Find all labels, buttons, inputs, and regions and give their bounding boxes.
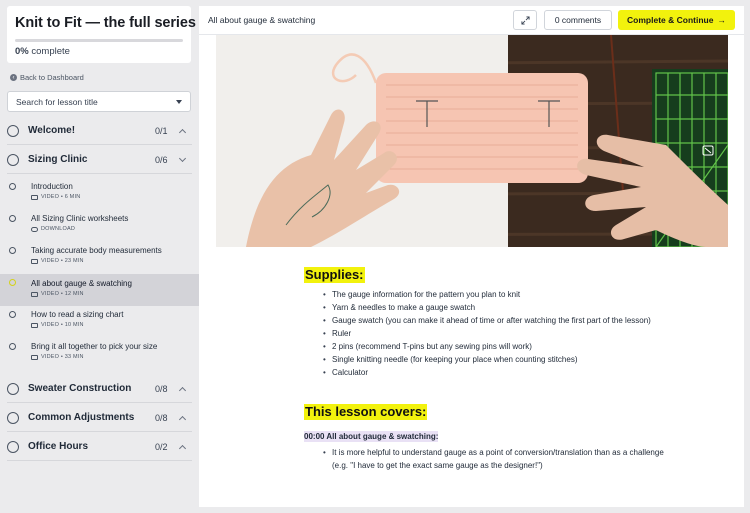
section-title: Office Hours	[28, 441, 89, 452]
lesson-covers-heading: This lesson covers:	[304, 404, 428, 420]
lesson-meta: VIDEO • 23 MIN	[31, 258, 84, 264]
supplies-list-item: 2 pins (recommend T-pins but any sewing …	[304, 340, 664, 353]
video-icon	[31, 354, 38, 360]
chevron-up-icon	[178, 415, 187, 424]
lesson-title: Introduction	[31, 182, 73, 191]
lesson-item-body-measurements[interactable]: Taking accurate body measurements VIDEO …	[0, 244, 199, 276]
lesson-description: Supplies: The gauge information for the …	[304, 266, 664, 472]
lesson-top-bar: All about gauge & swatching 0 comments C…	[199, 6, 744, 35]
lesson-meta-text: VIDEO • 33 MIN	[41, 354, 84, 360]
lesson-status-circle-icon	[9, 343, 16, 350]
section-title: Sweater Construction	[28, 383, 132, 394]
lesson-title: How to read a sizing chart	[31, 310, 124, 319]
progress-bar	[15, 39, 183, 42]
covers-list: It is more helpful to understand gauge a…	[304, 446, 664, 472]
section-count: 0/1	[155, 125, 168, 136]
section-title: Sizing Clinic	[28, 154, 88, 165]
section-count: 0/6	[155, 154, 168, 165]
lesson-meta-text: VIDEO • 6 MIN	[41, 194, 81, 200]
course-progress-card: Knit to Fit — the full series 0% complet…	[7, 6, 196, 63]
supplies-heading: Supplies:	[304, 267, 365, 283]
expand-button[interactable]	[513, 10, 537, 30]
supplies-list-item: Yarn & needles to make a gauge swatch	[304, 301, 664, 314]
caret-down-icon	[176, 99, 182, 104]
video-icon	[31, 258, 38, 264]
video-icon	[31, 291, 38, 297]
supplies-list-item: Ruler	[304, 327, 664, 340]
lesson-title: Taking accurate body measurements	[31, 246, 162, 255]
back-arrow-icon: ‹	[10, 74, 17, 81]
supplies-list: The gauge information for the pattern yo…	[304, 288, 664, 379]
chevron-down-icon	[178, 154, 187, 163]
lesson-item-worksheets[interactable]: All Sizing Clinic worksheets DOWNLOAD	[0, 212, 199, 244]
lesson-meta: VIDEO • 10 MIN	[31, 322, 84, 328]
lesson-item-sizing-chart[interactable]: How to read a sizing chart VIDEO • 10 MI…	[0, 308, 199, 340]
video-icon	[31, 322, 38, 328]
lesson-item-gauge-swatching[interactable]: All about gauge & swatching VIDEO • 12 M…	[0, 274, 199, 306]
lesson-status-circle-icon	[9, 279, 16, 286]
section-status-circle-icon	[7, 153, 19, 166]
section-title: Common Adjustments	[28, 412, 135, 423]
section-sizing-clinic[interactable]: Sizing Clinic 0/6	[0, 145, 199, 174]
lesson-meta-text: DOWNLOAD	[41, 226, 75, 232]
lesson-item-introduction[interactable]: Introduction VIDEO • 6 MIN	[0, 180, 199, 212]
section-common-adjustments[interactable]: Common Adjustments 0/8	[0, 403, 199, 432]
covers-list-item: It is more helpful to understand gauge a…	[304, 446, 664, 472]
comments-button[interactable]: 0 comments	[544, 10, 612, 30]
supplies-list-item: Calculator	[304, 366, 664, 379]
section-office-hours[interactable]: Office Hours 0/2	[0, 432, 199, 461]
lesson-meta-text: VIDEO • 10 MIN	[41, 322, 84, 328]
lesson-meta: DOWNLOAD	[31, 226, 75, 232]
section-welcome[interactable]: Welcome! 0/1	[0, 116, 199, 145]
supplies-list-item: Gauge swatch (you can make it ahead of t…	[304, 314, 664, 327]
lesson-status-circle-icon	[9, 247, 16, 254]
lesson-meta: VIDEO • 33 MIN	[31, 354, 84, 360]
chevron-up-icon	[178, 444, 187, 453]
course-title: Knit to Fit — the full series	[15, 15, 196, 31]
lesson-main-panel: All about gauge & swatching 0 comments C…	[199, 6, 744, 507]
lesson-video-player[interactable]	[216, 35, 728, 247]
video-frame	[216, 35, 728, 247]
lesson-meta-text: VIDEO • 23 MIN	[41, 258, 84, 264]
progress-suffix: complete	[28, 46, 70, 57]
progress-value: 0%	[15, 46, 29, 57]
complete-continue-button[interactable]: Complete & Continue →	[618, 10, 735, 30]
section-count: 0/8	[155, 383, 168, 394]
progress-text: 0% complete	[15, 46, 183, 57]
supplies-list-item: Single knitting needle (for keeping your…	[304, 353, 664, 366]
lesson-status-circle-icon	[9, 311, 16, 318]
lesson-title: Bring it all together to pick your size	[31, 342, 158, 351]
lesson-title: All about gauge & swatching	[31, 279, 132, 288]
expand-icon	[520, 15, 530, 25]
lesson-status-circle-icon	[9, 183, 16, 190]
lesson-heading: All about gauge & swatching	[208, 15, 316, 25]
chevron-up-icon	[178, 128, 187, 137]
course-sidebar: Knit to Fit — the full series 0% complet…	[0, 0, 199, 513]
section-status-circle-icon	[7, 440, 19, 453]
video-icon	[31, 194, 38, 200]
download-icon	[31, 226, 38, 232]
lesson-meta: VIDEO • 12 MIN	[31, 291, 84, 297]
lesson-search-select[interactable]: Search for lesson title	[7, 91, 191, 112]
section-title: Welcome!	[28, 125, 76, 136]
timestamp-label: 00:00 All about gauge & swatching:	[304, 431, 439, 442]
section-status-circle-icon	[7, 382, 19, 395]
lesson-meta: VIDEO • 6 MIN	[31, 194, 80, 200]
lesson-title: All Sizing Clinic worksheets	[31, 214, 129, 223]
lesson-item-pick-your-size[interactable]: Bring it all together to pick your size …	[0, 340, 199, 372]
back-to-dashboard-link[interactable]: ‹ Back to Dashboard	[10, 73, 84, 82]
arrow-right-icon: →	[717, 15, 726, 25]
section-count: 0/8	[155, 412, 168, 423]
section-status-circle-icon	[7, 124, 19, 137]
section-status-circle-icon	[7, 411, 19, 424]
lesson-search-placeholder: Search for lesson title	[16, 96, 98, 107]
section-count: 0/2	[155, 441, 168, 452]
lesson-meta-text: VIDEO • 12 MIN	[41, 291, 84, 297]
supplies-list-item: The gauge information for the pattern yo…	[304, 288, 664, 301]
lesson-status-circle-icon	[9, 215, 16, 222]
complete-continue-label: Complete & Continue	[627, 15, 714, 25]
back-to-dashboard-label: Back to Dashboard	[20, 73, 84, 82]
section-sweater-construction[interactable]: Sweater Construction 0/8	[0, 374, 199, 403]
chevron-up-icon	[178, 386, 187, 395]
